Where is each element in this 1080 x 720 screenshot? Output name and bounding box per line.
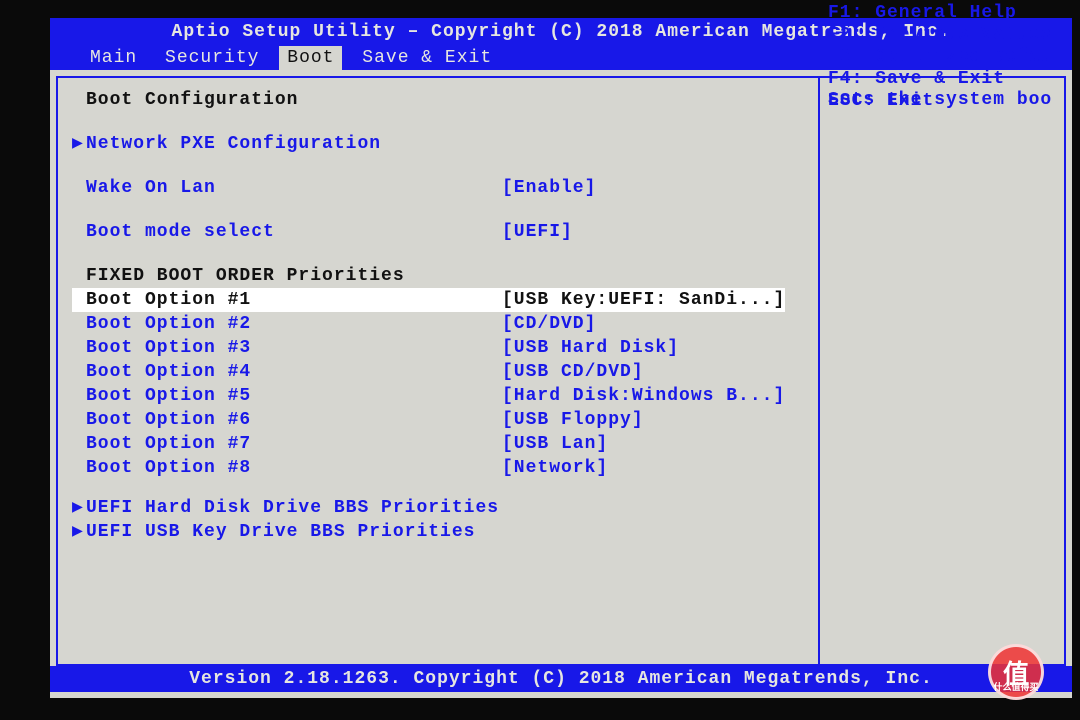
boot7-label: Boot Option #7: [72, 432, 502, 456]
help-panel: Sets the system boo →←: Select Screen ↑↓…: [820, 78, 1064, 122]
tab-main[interactable]: Main: [82, 46, 145, 70]
boot4-label: Boot Option #4: [72, 360, 502, 384]
boot8-value: [Network]: [502, 456, 608, 480]
boot6-label: Boot Option #6: [72, 408, 502, 432]
boot1-value: [USB Key:UEFI: SanDi...]: [502, 288, 785, 312]
triangle-right-icon: ▶: [72, 496, 86, 520]
pxe-label: Network PXE Configuration: [86, 132, 381, 156]
submenu-uefi-usb-bbs[interactable]: ▶ UEFI USB Key Drive BBS Priorities: [72, 520, 804, 544]
boot7-value: [USB Lan]: [502, 432, 608, 456]
submenu-uefi-hdd-bbs[interactable]: ▶ UEFI Hard Disk Drive BBS Priorities: [72, 496, 804, 520]
option-boot-4[interactable]: Boot Option #4 [USB CD/DVD]: [72, 360, 804, 384]
key-f1: F1: General Help: [828, 2, 1064, 24]
boot2-label: Boot Option #2: [72, 312, 502, 336]
panel-divider: [818, 78, 820, 664]
bbs1-label: UEFI Hard Disk Drive BBS Priorities: [86, 496, 499, 520]
option-boot-2[interactable]: Boot Option #2 [CD/DVD]: [72, 312, 804, 336]
section-fixed-boot-order: FIXED BOOT ORDER Priorities: [72, 264, 804, 288]
key-f4: F4: Save & Exit: [828, 68, 1064, 90]
wol-value: [Enable]: [502, 176, 596, 200]
key-f2: F2: Previous Values: [828, 24, 1064, 46]
tab-save-exit[interactable]: Save & Exit: [354, 46, 500, 70]
boot3-value: [USB Hard Disk]: [502, 336, 679, 360]
boot6-value: [USB Floppy]: [502, 408, 644, 432]
tab-security[interactable]: Security: [157, 46, 267, 70]
option-boot-mode[interactable]: Boot mode select [UEFI]: [72, 220, 804, 244]
boot-mode-label: Boot mode select: [72, 220, 502, 244]
option-boot-6[interactable]: Boot Option #6 [USB Floppy]: [72, 408, 804, 432]
boot5-label: Boot Option #5: [72, 384, 502, 408]
section-boot-config: Boot Configuration: [72, 88, 804, 112]
option-boot-5[interactable]: Boot Option #5 [Hard Disk:Windows B...]: [72, 384, 804, 408]
footer-bar: Version 2.18.1263. Copyright (C) 2018 Am…: [50, 666, 1072, 692]
triangle-right-icon: ▶: [72, 520, 86, 544]
watermark-badge: 值 什么值得买: [988, 644, 1044, 700]
bbs2-label: UEFI USB Key Drive BBS Priorities: [86, 520, 475, 544]
tab-boot[interactable]: Boot: [279, 46, 342, 70]
key-f3: F3: Optimized Defau: [828, 46, 1064, 68]
badge-subtext: 什么值得买: [993, 680, 1038, 693]
boot3-label: Boot Option #3: [72, 336, 502, 360]
option-boot-7[interactable]: Boot Option #7 [USB Lan]: [72, 432, 804, 456]
triangle-right-icon: ▶: [72, 132, 86, 156]
left-panel: Boot Configuration ▶ Network PXE Configu…: [58, 78, 818, 554]
option-wake-on-lan[interactable]: Wake On Lan [Enable]: [72, 176, 804, 200]
boot8-label: Boot Option #8: [72, 456, 502, 480]
key-esc: ESC: Exit: [828, 90, 1064, 112]
boot2-value: [CD/DVD]: [502, 312, 596, 336]
content-frame: Boot Configuration ▶ Network PXE Configu…: [56, 76, 1066, 666]
option-boot-8[interactable]: Boot Option #8 [Network]: [72, 456, 804, 480]
key-help: →←: Select Screen ↑↓: Select Item Enter:…: [828, 0, 1064, 112]
boot-mode-value: [UEFI]: [502, 220, 573, 244]
boot4-value: [USB CD/DVD]: [502, 360, 644, 384]
option-boot-1[interactable]: Boot Option #1 [USB Key:UEFI: SanDi...]: [72, 288, 804, 312]
submenu-network-pxe[interactable]: ▶ Network PXE Configuration: [72, 132, 804, 156]
boot5-value: [Hard Disk:Windows B...]: [502, 384, 785, 408]
wol-label: Wake On Lan: [72, 176, 502, 200]
boot1-label: Boot Option #1: [72, 288, 502, 312]
option-boot-3[interactable]: Boot Option #3 [USB Hard Disk]: [72, 336, 804, 360]
